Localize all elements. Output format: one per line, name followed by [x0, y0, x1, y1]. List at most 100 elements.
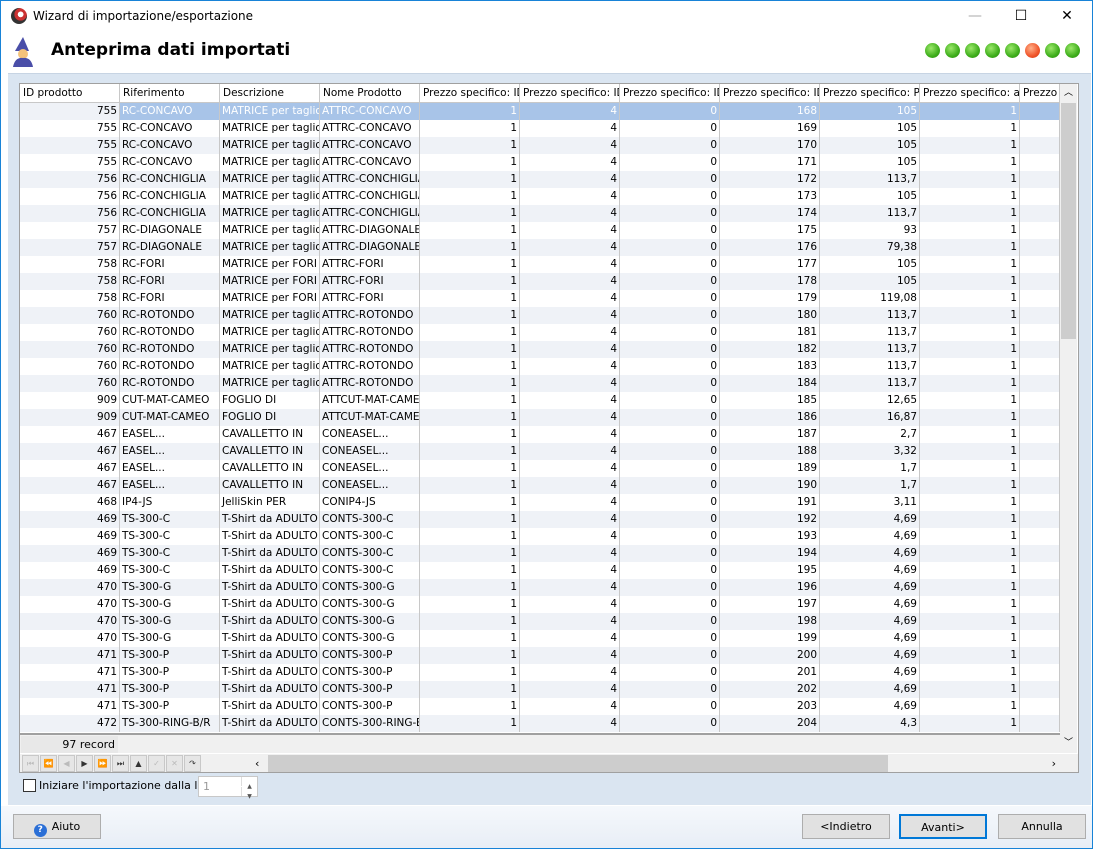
column-header[interactable]: Prezzo s [1020, 84, 1060, 103]
table-cell[interactable]: 4,69 [820, 647, 920, 664]
table-cell[interactable]: 171 [720, 154, 820, 171]
table-cell[interactable]: 471 [20, 698, 120, 715]
table-cell[interactable]: 0 [620, 664, 720, 681]
table-cell[interactable]: CONTS-300-P [320, 698, 420, 715]
table-cell[interactable]: 189 [720, 460, 820, 477]
table-cell[interactable]: CUT-MAT-CAMEO [120, 409, 220, 426]
table-cell[interactable]: 467 [20, 443, 120, 460]
table-cell[interactable]: 12,65 [820, 392, 920, 409]
table-cell[interactable]: 1 [920, 596, 1020, 613]
table-cell[interactable] [1020, 545, 1060, 562]
table-cell[interactable]: 467 [20, 477, 120, 494]
table-cell[interactable]: RC-CONCAVO [120, 103, 220, 120]
table-cell[interactable]: MATRICE per taglio [220, 358, 320, 375]
table-cell[interactable]: 756 [20, 188, 120, 205]
table-cell[interactable]: CONTS-300-G [320, 596, 420, 613]
start-line-checkbox[interactable] [23, 779, 36, 792]
table-cell[interactable]: 471 [20, 647, 120, 664]
table-cell[interactable]: 4 [520, 562, 620, 579]
table-cell[interactable]: CONTS-300-C [320, 528, 420, 545]
table-cell[interactable]: 472 [20, 715, 120, 732]
table-cell[interactable]: 113,7 [820, 375, 920, 392]
table-cell[interactable]: MATRICE per FORI [220, 290, 320, 307]
table-cell[interactable]: 0 [620, 681, 720, 698]
table-cell[interactable]: 1 [420, 103, 520, 120]
table-cell[interactable]: ATTRC-CONCHIGLIA [320, 171, 420, 188]
table-cell[interactable]: CUT-MAT-CAMEO [120, 392, 220, 409]
table-cell[interactable]: MATRICE per taglio [220, 307, 320, 324]
table-cell[interactable]: CONTS-300-P [320, 664, 420, 681]
table-cell[interactable]: CONEASEL... [320, 443, 420, 460]
table-cell[interactable]: 1 [420, 307, 520, 324]
table-cell[interactable]: 1 [920, 103, 1020, 120]
table-cell[interactable] [1020, 409, 1060, 426]
table-cell[interactable]: RC-DIAGONALE [120, 222, 220, 239]
table-cell[interactable]: 173 [720, 188, 820, 205]
table-cell[interactable]: 1 [420, 613, 520, 630]
table-cell[interactable]: 1 [420, 698, 520, 715]
table-cell[interactable]: T-Shirt da ADULTO [220, 528, 320, 545]
table-cell[interactable]: 4 [520, 545, 620, 562]
table-cell[interactable]: 4 [520, 341, 620, 358]
table-cell[interactable]: TS-300-G [120, 579, 220, 596]
table-row[interactable]: 467 EASEL... CAVALLETTO IN CONEASEL... 1 4 0 19… [20, 477, 1060, 494]
table-cell[interactable]: 1 [920, 443, 1020, 460]
table-cell[interactable]: MATRICE per taglio [220, 324, 320, 341]
table-cell[interactable]: 186 [720, 409, 820, 426]
table-cell[interactable]: 105 [820, 137, 920, 154]
table-cell[interactable]: 196 [720, 579, 820, 596]
table-cell[interactable]: CONIP4-JS [320, 494, 420, 511]
table-cell[interactable]: 200 [720, 647, 820, 664]
table-cell[interactable]: CONTS-300-G [320, 579, 420, 596]
table-cell[interactable]: 1 [420, 494, 520, 511]
table-cell[interactable]: 199 [720, 630, 820, 647]
table-cell[interactable]: 174 [720, 205, 820, 222]
table-cell[interactable]: 1 [420, 171, 520, 188]
table-cell[interactable]: 4 [520, 222, 620, 239]
table-cell[interactable]: 1 [920, 545, 1020, 562]
table-cell[interactable]: 168 [720, 103, 820, 120]
column-header[interactable]: Prezzo specifico: ID [420, 84, 520, 103]
table-cell[interactable]: ATTCUT-MAT-CAME [320, 409, 420, 426]
table-cell[interactable]: 4 [520, 715, 620, 732]
table-cell[interactable]: 1 [920, 477, 1020, 494]
table-cell[interactable]: T-Shirt da ADULTO [220, 681, 320, 698]
table-cell[interactable]: 1 [420, 460, 520, 477]
table-cell[interactable] [1020, 681, 1060, 698]
table-cell[interactable]: 758 [20, 273, 120, 290]
table-cell[interactable]: CAVALLETTO IN [220, 460, 320, 477]
table-cell[interactable]: MATRICE per taglio [220, 188, 320, 205]
table-cell[interactable]: 4 [520, 494, 620, 511]
table-cell[interactable]: 0 [620, 137, 720, 154]
nav-next-page-button[interactable]: ⏩ [94, 755, 111, 772]
maximize-button[interactable]: ☐ [998, 1, 1044, 31]
table-cell[interactable]: 192 [720, 511, 820, 528]
cancel-button[interactable]: Annulla [998, 814, 1086, 839]
table-cell[interactable]: 4 [520, 375, 620, 392]
table-cell[interactable]: 0 [620, 188, 720, 205]
table-cell[interactable]: 1 [420, 205, 520, 222]
table-cell[interactable]: 470 [20, 579, 120, 596]
table-cell[interactable]: 4 [520, 681, 620, 698]
table-row[interactable]: 755 RC-CONCAVO MATRICE per taglio ATTRC-CON… [20, 137, 1060, 154]
table-cell[interactable]: 1 [920, 188, 1020, 205]
table-cell[interactable]: 105 [820, 103, 920, 120]
table-cell[interactable]: 1 [920, 409, 1020, 426]
table-cell[interactable]: ATTRC-CONCAVO [320, 137, 420, 154]
scroll-down-icon[interactable]: ﹀ [1060, 734, 1077, 753]
table-cell[interactable]: CONEASEL... [320, 426, 420, 443]
table-cell[interactable] [1020, 171, 1060, 188]
table-row[interactable]: 468 IP4-JS JelliSkin PER CONIP4-JS 1 4 0 191 3,1… [20, 494, 1060, 511]
table-cell[interactable]: 182 [720, 341, 820, 358]
table-cell[interactable]: MATRICE per taglio [220, 171, 320, 188]
table-cell[interactable]: 0 [620, 596, 720, 613]
table-cell[interactable]: 1 [420, 154, 520, 171]
table-cell[interactable]: 113,7 [820, 324, 920, 341]
next-button[interactable]: Avanti> [899, 814, 987, 839]
table-cell[interactable]: 4 [520, 664, 620, 681]
table-row[interactable]: 758 RC-FORI MATRICE per FORI ATTRC-FORI 1 4 0 1… [20, 256, 1060, 273]
table-row[interactable]: 760 RC-ROTONDO MATRICE per taglio ATTRC-ROT… [20, 307, 1060, 324]
table-cell[interactable]: 4 [520, 154, 620, 171]
table-cell[interactable]: 1 [920, 630, 1020, 647]
table-cell[interactable]: 0 [620, 545, 720, 562]
